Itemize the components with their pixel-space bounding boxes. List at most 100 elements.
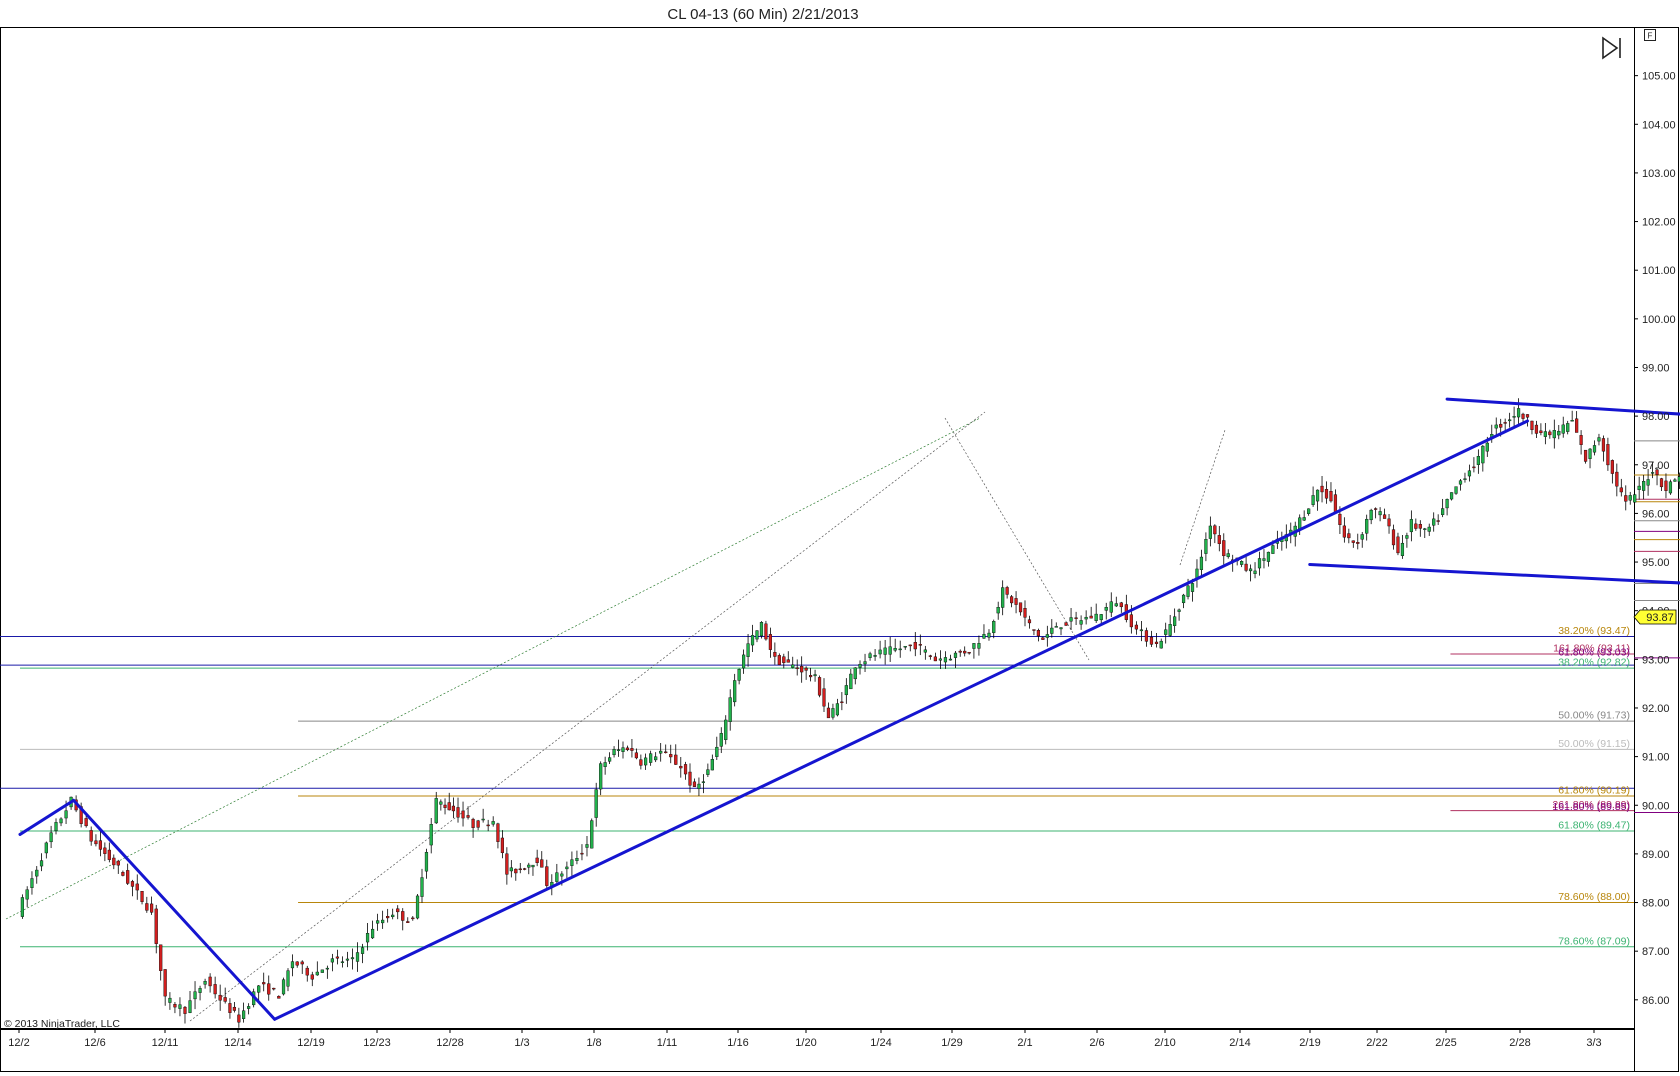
candle-body: [1664, 480, 1668, 491]
candle-body: [688, 771, 692, 786]
candle-body: [121, 871, 125, 876]
candle-body: [1588, 448, 1592, 459]
candle-body: [764, 623, 768, 640]
candle-body: [193, 991, 197, 1000]
candle-body: [580, 852, 584, 855]
candle-body: [1307, 508, 1311, 514]
candle-body: [228, 1003, 232, 1013]
candle-body: [1054, 626, 1058, 628]
candle-body: [1360, 534, 1364, 540]
format-button-icon[interactable]: F: [1644, 29, 1656, 41]
candle-body: [1512, 416, 1516, 418]
candle-body: [154, 908, 158, 944]
candle-body: [1400, 542, 1405, 556]
candle-body: [1094, 613, 1098, 621]
y-tick-label: 91.00: [1642, 752, 1670, 764]
candle-body: [1476, 456, 1480, 465]
candle-body: [277, 995, 281, 999]
candle-body: [1481, 445, 1485, 464]
candle-body: [1575, 418, 1579, 433]
candle-body: [967, 651, 971, 654]
candle-body: [608, 757, 612, 762]
x-tick-label: 1/3: [514, 1037, 529, 1049]
candle-body: [315, 971, 319, 976]
candle-body: [987, 632, 991, 638]
fib-level-label: 50.00% (91.73): [1558, 710, 1630, 722]
candle-body: [575, 858, 579, 861]
candle-body: [1036, 630, 1040, 637]
candle-body: [140, 891, 144, 902]
y-tick-label: 99.00: [1642, 362, 1670, 374]
x-tick-label: 2/10: [1154, 1037, 1175, 1049]
candle-body: [943, 657, 948, 663]
candle-body: [481, 818, 485, 821]
candle-body: [996, 607, 1000, 614]
candle-body: [1396, 536, 1400, 554]
candle-body: [1356, 542, 1360, 544]
chart-background: [0, 0, 1680, 1076]
candle-body: [1014, 598, 1018, 605]
candle-body: [355, 952, 360, 962]
x-tick-label: 12/28: [436, 1037, 464, 1049]
candle-body: [320, 969, 324, 973]
candle-body: [415, 895, 420, 919]
candle-body: [878, 649, 882, 655]
candle-body: [1266, 551, 1271, 562]
candle-body: [1566, 423, 1570, 432]
chart-title: CL 04-13 (60 Min) 2/21/2013: [667, 6, 858, 23]
candle-body: [159, 944, 163, 971]
candle-body: [565, 866, 569, 870]
candle-body: [649, 753, 653, 763]
fib-level-label: 161.80% (89.85): [1552, 801, 1630, 813]
candle-body: [1427, 526, 1431, 532]
candle-body: [237, 1014, 241, 1023]
candle-body: [522, 868, 527, 870]
candle-body: [420, 877, 424, 897]
y-tick-label: 104.00: [1642, 119, 1676, 131]
candle-body: [1458, 480, 1463, 485]
candle-body: [376, 920, 380, 924]
candle-body: [938, 658, 943, 661]
candle-body: [84, 818, 88, 827]
x-tick-label: 2/14: [1229, 1037, 1250, 1049]
candle-body: [599, 763, 603, 790]
x-tick-label: 2/28: [1509, 1037, 1530, 1049]
candle-body: [1387, 518, 1391, 527]
candle-body: [1109, 601, 1113, 613]
candle-body: [281, 979, 286, 995]
candle-body: [262, 982, 266, 985]
candle-body: [555, 872, 559, 882]
candle-body: [603, 762, 607, 767]
candle-body: [1204, 539, 1208, 554]
y-tick-label: 101.00: [1642, 265, 1676, 277]
candle-body: [1129, 614, 1133, 628]
candle-body: [1557, 430, 1561, 436]
candle-body: [737, 669, 741, 681]
y-tick-label: 93.00: [1642, 654, 1670, 666]
candle-body: [1521, 413, 1525, 419]
candle-body: [1089, 615, 1093, 619]
candle-body: [669, 754, 673, 758]
candle-body: [908, 644, 912, 647]
candle-body: [439, 801, 443, 805]
fib-level-label: 50.00% (91.15): [1558, 738, 1630, 750]
candle-body: [1668, 481, 1673, 494]
candle-body: [692, 781, 697, 787]
candle-body: [958, 650, 962, 653]
candle-body: [570, 859, 574, 866]
candle-body: [30, 878, 34, 888]
candle-body: [560, 873, 564, 877]
candle-body: [715, 746, 719, 757]
candle-body: [1139, 629, 1144, 632]
candle-body: [977, 643, 981, 649]
candle-body: [1382, 514, 1387, 519]
candle-body: [1208, 525, 1212, 539]
candle-body: [1190, 583, 1195, 592]
candle-body: [1338, 513, 1342, 525]
candle-body: [1320, 485, 1324, 493]
candle-body: [223, 997, 227, 1002]
candle-body: [1164, 629, 1168, 635]
candle-body: [183, 1006, 187, 1014]
candle-body: [514, 868, 518, 874]
candle-body: [1248, 568, 1253, 572]
